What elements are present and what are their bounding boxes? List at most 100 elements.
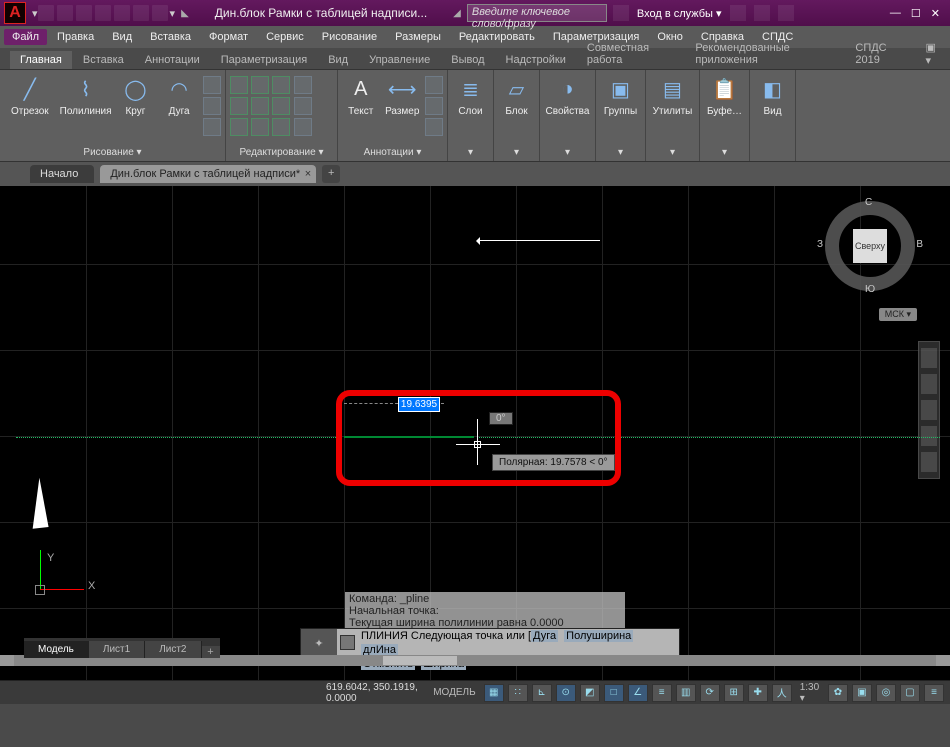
menu-dimension[interactable]: Размеры [387, 29, 449, 45]
a360-icon[interactable] [754, 5, 770, 21]
tab-view[interactable]: Вид [318, 51, 358, 69]
annot-a-icon[interactable] [425, 76, 443, 94]
keyword-search-input[interactable]: Введите ключевое слово/фразу [467, 4, 607, 22]
array-icon[interactable] [272, 118, 290, 136]
sign-in-button[interactable]: Вход в службы ▾ [637, 7, 722, 20]
panel-view-exp[interactable] [754, 146, 791, 161]
status-ortho-toggle[interactable]: ⊾ [532, 684, 552, 702]
tab-manage[interactable]: Управление [359, 51, 440, 69]
qat-saveas-icon[interactable] [95, 5, 111, 21]
drawing-tab-new-button[interactable]: + [322, 165, 340, 183]
panel-draw-title[interactable]: Рисование ▾ [4, 146, 221, 161]
panel-groups-exp[interactable]: ▾ [600, 146, 641, 161]
tab-output[interactable]: Вывод [441, 51, 494, 69]
menu-tools[interactable]: Сервис [258, 29, 312, 45]
maximize-button[interactable]: ☐ [911, 7, 921, 20]
help-icon[interactable] [778, 5, 794, 21]
menu-view[interactable]: Вид [104, 29, 140, 45]
trim-icon[interactable] [272, 76, 290, 94]
tab-featured-apps[interactable]: Рекомендованные приложения [685, 39, 844, 69]
menu-draw[interactable]: Рисование [314, 29, 385, 45]
command-line[interactable]: ✦ ПЛИНИЯ Следующая точка или [Дуга Полуш… [300, 628, 680, 658]
qat-undo-icon[interactable] [133, 5, 149, 21]
draw-tool-c-icon[interactable] [203, 118, 221, 136]
arc-button[interactable]: ◠Дуга [159, 72, 199, 117]
viewcube-w[interactable]: З [817, 239, 823, 250]
nav-zoom-icon[interactable] [921, 400, 937, 420]
viewcube-e[interactable]: В [916, 239, 923, 250]
layout-sheet1-tab[interactable]: Лист1 [89, 641, 145, 658]
status-selection-cycling[interactable]: ⟳ [700, 684, 720, 702]
cmd-kw-halfwidth[interactable]: Полуширина [564, 630, 633, 642]
minimize-button[interactable]: — [890, 7, 901, 20]
move-icon[interactable] [230, 76, 248, 94]
panel-block-exp[interactable]: ▾ [498, 146, 535, 161]
layers-button[interactable]: ≣Слои [452, 72, 489, 117]
command-prompt[interactable]: ПЛИНИЯ Следующая точка или [Дуга Полушир… [337, 629, 679, 657]
panel-properties-exp[interactable]: ▾ [544, 146, 591, 161]
scroll-thumb[interactable] [383, 656, 457, 665]
status-coordinates[interactable]: 619.6042, 350.1919, 0.0000 [326, 682, 419, 704]
exchange-icon[interactable] [730, 5, 746, 21]
close-button[interactable]: ✕ [931, 7, 940, 20]
status-annotation-monitor[interactable]: ✚ [748, 684, 768, 702]
fillet-icon[interactable] [272, 97, 290, 115]
copy-icon[interactable] [230, 97, 248, 115]
status-workspace-switcher[interactable]: ✿ [828, 684, 848, 702]
model-viewport[interactable]: Сверху С Ю З В МСК ▾ 0° Полярная: 19.757… [0, 186, 950, 680]
viewcube[interactable]: Сверху С Ю З В [825, 201, 915, 291]
ucs-icon[interactable]: Y X [30, 550, 100, 620]
infocenter-icon[interactable] [613, 5, 629, 21]
drawing-tab-start[interactable]: Начало [30, 165, 94, 183]
rotate-icon[interactable] [251, 76, 269, 94]
status-annotation-scale[interactable]: 1:30 ▾ [796, 682, 824, 704]
qat-redo-icon[interactable] [152, 5, 168, 21]
viewcube-n[interactable]: С [865, 197, 872, 208]
modify-extra-b-icon[interactable] [294, 97, 312, 115]
qat-new-icon[interactable] [38, 5, 54, 21]
properties-button[interactable]: ◑Свойства [544, 72, 591, 117]
cmd-kw-length[interactable]: длИна [361, 644, 398, 656]
menu-insert[interactable]: Вставка [142, 29, 199, 45]
status-isoplane-toggle[interactable]: ◩ [580, 684, 600, 702]
qat-open-icon[interactable] [57, 5, 73, 21]
polyline-button[interactable]: ⌇Полилиния [60, 72, 112, 117]
tab-parametric[interactable]: Параметризация [211, 51, 317, 69]
command-history-button[interactable]: ✦ [301, 629, 337, 657]
view-button[interactable]: ◧Вид [754, 72, 791, 117]
status-isolate-objects[interactable]: ◎ [876, 684, 896, 702]
status-customize-button[interactable]: ≡ [924, 684, 944, 702]
viewcube-s[interactable]: Ю [865, 284, 875, 295]
tab-insert[interactable]: Вставка [73, 51, 134, 69]
menu-file[interactable]: Файл [4, 29, 47, 45]
status-transparency-toggle[interactable]: ▥ [676, 684, 696, 702]
nav-wheel-icon[interactable] [921, 348, 937, 368]
menu-modify[interactable]: Редактировать [451, 29, 543, 45]
panel-annotation-title[interactable]: Аннотации ▾ [342, 146, 443, 161]
stretch-icon[interactable] [230, 118, 248, 136]
panel-modify-title[interactable]: Редактирование ▾ [230, 146, 333, 161]
status-annotation-scale-icon[interactable]: 人 [772, 684, 792, 702]
scale-icon[interactable] [251, 118, 269, 136]
status-grid-toggle[interactable]: ▦ [484, 684, 504, 702]
app-logo-icon[interactable]: A [4, 2, 26, 24]
ribbon-collapse-button[interactable]: ▣ ▾ [918, 39, 950, 69]
nav-pan-icon[interactable] [921, 374, 937, 394]
layout-sheet2-tab[interactable]: Лист2 [145, 641, 201, 658]
modify-extra-a-icon[interactable] [294, 76, 312, 94]
qat-more-icon[interactable]: ▾ [170, 7, 176, 20]
status-polar-toggle[interactable]: ⊙ [556, 684, 576, 702]
block-button[interactable]: ▱Блок [498, 72, 535, 117]
circle-button[interactable]: ◯Круг [116, 72, 156, 117]
nav-orbit-icon[interactable] [921, 426, 937, 446]
tab-annotate[interactable]: Аннотации [135, 51, 210, 69]
panel-layers-exp[interactable]: ▾ [452, 146, 489, 161]
tab-spds2019[interactable]: СПДС 2019 [845, 39, 916, 69]
panel-utilities-exp[interactable]: ▾ [650, 146, 695, 161]
scroll-left-button[interactable] [0, 655, 14, 666]
clipboard-button[interactable]: 📋Буфе… [704, 72, 745, 117]
utilities-button[interactable]: ▤Утилиты [650, 72, 695, 117]
dynamic-length-input[interactable] [398, 397, 440, 412]
qat-plot-icon[interactable] [114, 5, 130, 21]
status-osnap-toggle[interactable]: □ [604, 684, 624, 702]
